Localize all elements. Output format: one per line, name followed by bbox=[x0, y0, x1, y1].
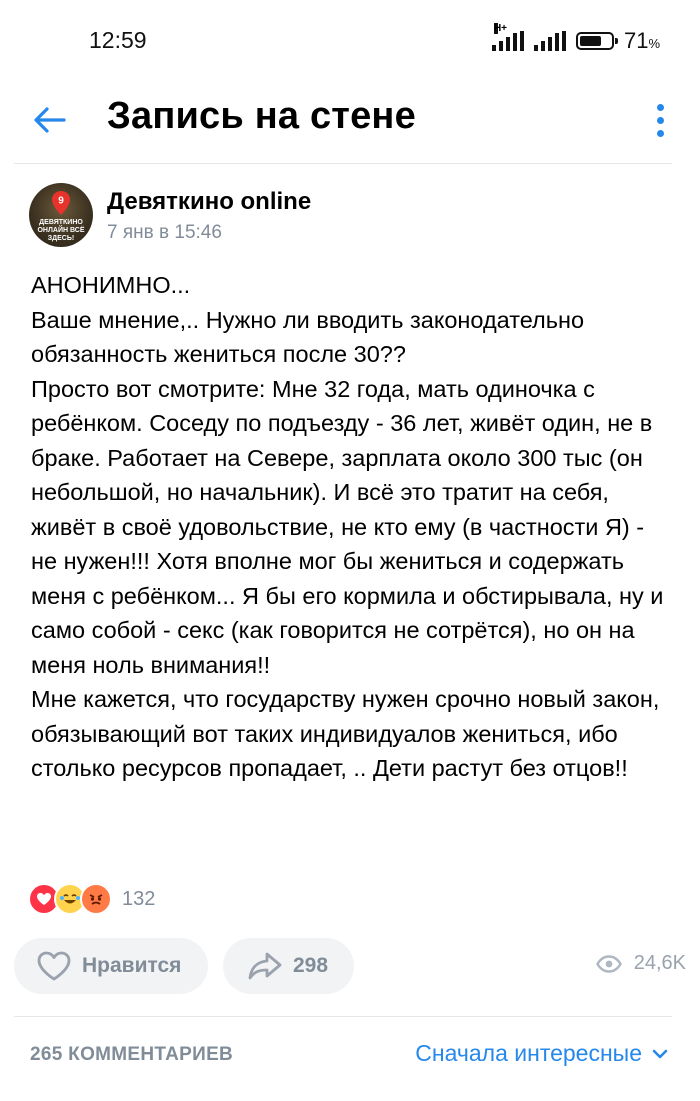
page-title: Запись на стене bbox=[107, 95, 416, 137]
reactions-count: 132 bbox=[122, 887, 156, 910]
more-vertical-icon-dot bbox=[656, 129, 664, 137]
post-author-name[interactable]: Девяткино online bbox=[107, 188, 311, 216]
battery-percent-unit: % bbox=[648, 36, 660, 51]
status-indicators: H+ 71% bbox=[491, 23, 660, 54]
heart-outline-icon bbox=[37, 951, 71, 981]
sort-label: Сначала интересные bbox=[415, 1040, 642, 1066]
angry-reaction-icon bbox=[80, 883, 112, 915]
app-header: Запись на стене bbox=[0, 80, 700, 160]
comments-divider bbox=[14, 1016, 672, 1017]
more-vertical-icon-dot bbox=[656, 103, 664, 111]
share-count: 298 bbox=[293, 954, 329, 977]
location-pin-icon: 9 bbox=[52, 191, 70, 215]
cellular-signal-2-icon bbox=[533, 31, 566, 51]
avatar[interactable]: 9 ДЕВЯТКИНО ОНЛАЙН ВСЁ ЗДЕСЬ! bbox=[29, 183, 93, 247]
eye-icon bbox=[595, 954, 622, 973]
network-type-label: H+ bbox=[493, 23, 508, 34]
post-date[interactable]: 7 янв в 15:46 bbox=[107, 222, 222, 244]
battery-icon bbox=[575, 32, 618, 50]
avatar-caption: ДЕВЯТКИНО ОНЛАЙН ВСЁ ЗДЕСЬ! bbox=[37, 219, 85, 242]
battery-percent-value: 71 bbox=[623, 28, 649, 53]
more-vertical-icon-dot bbox=[656, 116, 664, 124]
reactions-summary[interactable]: 132 bbox=[28, 883, 155, 915]
battery-level-fill bbox=[579, 36, 601, 46]
back-button[interactable] bbox=[28, 98, 72, 142]
views-count: 24,6K bbox=[633, 952, 686, 974]
post-paragraph: Просто вот смотрите: Мне 32 года, мать о… bbox=[31, 375, 664, 678]
like-button[interactable]: Нравится bbox=[14, 938, 208, 994]
post-text: АНОНИМНО... Ваше мнение,.. Нужно ли ввод… bbox=[31, 268, 676, 786]
arrow-left-icon bbox=[34, 107, 66, 133]
battery-tip bbox=[614, 38, 618, 44]
battery-percent: 71% bbox=[624, 28, 660, 54]
post-paragraph: АНОНИМНО... bbox=[31, 272, 191, 298]
status-bar: 12:59 H+ 71% bbox=[0, 0, 700, 80]
chevron-down-icon bbox=[652, 1049, 668, 1058]
header-divider bbox=[14, 163, 672, 164]
views-counter: 24,6K bbox=[595, 952, 686, 975]
status-time: 12:59 bbox=[89, 27, 147, 53]
like-label: Нравится bbox=[82, 954, 182, 977]
comments-count: 265 КОММЕНТАРИЕВ bbox=[30, 1044, 234, 1065]
post-paragraph: Мне кажется, что государству нужен срочн… bbox=[31, 686, 660, 781]
comments-sort-select[interactable]: Сначала интересные bbox=[415, 1040, 668, 1067]
avatar-number: 9 bbox=[58, 196, 64, 207]
more-options-button[interactable] bbox=[650, 98, 670, 142]
post-paragraph: Ваше мнение,.. Нужно ли вводить законода… bbox=[31, 306, 585, 368]
cellular-signal-icon: H+ bbox=[491, 23, 524, 51]
share-button[interactable]: 298 bbox=[223, 938, 354, 994]
share-arrow-icon bbox=[248, 952, 282, 980]
